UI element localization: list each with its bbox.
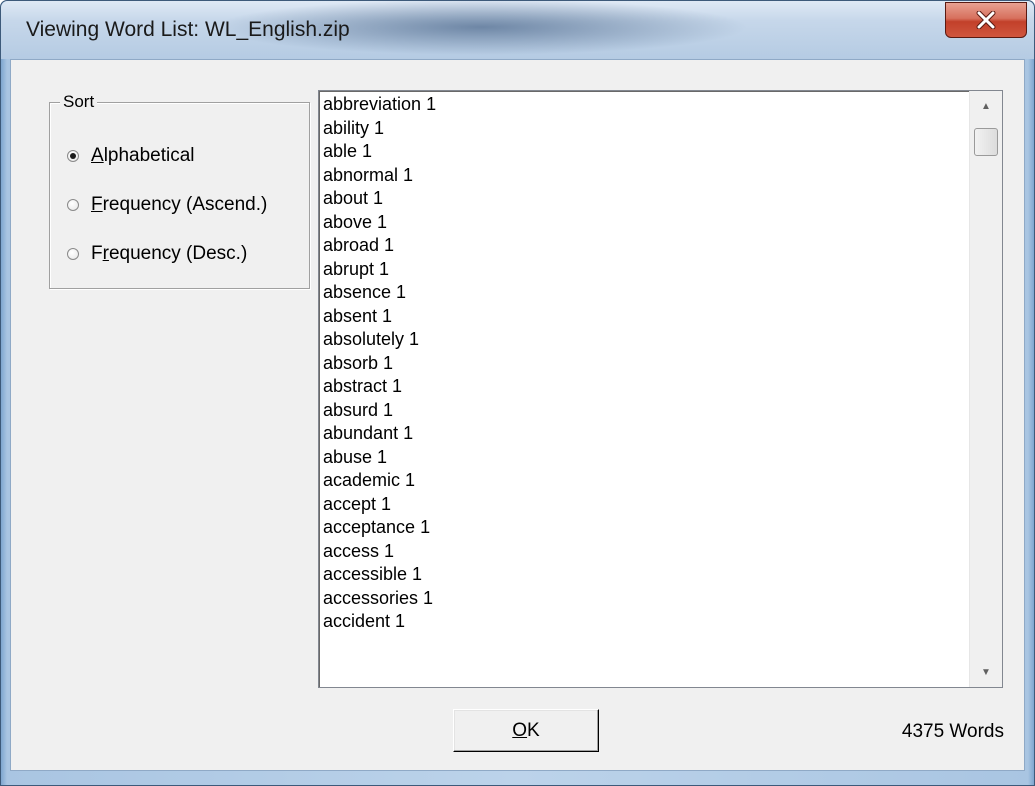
title-bar[interactable]: Viewing Word List: WL_English.zip	[1, 1, 1034, 59]
close-x-icon	[976, 11, 996, 29]
list-item[interactable]: acceptance 1	[323, 516, 963, 540]
list-item[interactable]: academic 1	[323, 469, 963, 493]
list-item[interactable]: above 1	[323, 211, 963, 235]
list-item[interactable]: abbreviation 1	[323, 93, 963, 117]
list-item[interactable]: accept 1	[323, 493, 963, 517]
radio-frequency-desc-label: Frequency (Desc.)	[91, 243, 248, 264]
list-item[interactable]: accessible 1	[323, 563, 963, 587]
list-item[interactable]: abnormal 1	[323, 164, 963, 188]
scroll-up-arrow-icon[interactable]: ▲	[970, 91, 1002, 121]
radio-frequency-desc-indicator[interactable]	[67, 248, 79, 260]
list-item[interactable]: absence 1	[323, 281, 963, 305]
list-item[interactable]: accessories 1	[323, 587, 963, 611]
sort-group: Sort Alphabetical Frequency (Ascend.) Fr…	[49, 92, 310, 289]
list-item[interactable]: able 1	[323, 140, 963, 164]
list-item[interactable]: absolutely 1	[323, 328, 963, 352]
list-item[interactable]: abstract 1	[323, 375, 963, 399]
radio-frequency-ascend-indicator[interactable]	[67, 199, 79, 211]
dialog-client-area: Sort Alphabetical Frequency (Ascend.) Fr…	[10, 59, 1025, 771]
close-button[interactable]	[945, 2, 1027, 38]
list-item[interactable]: abroad 1	[323, 234, 963, 258]
list-item[interactable]: absent 1	[323, 305, 963, 329]
scroll-down-arrow-icon[interactable]: ▼	[970, 657, 1002, 687]
radio-frequency-ascend[interactable]: Frequency (Ascend.)	[67, 194, 267, 216]
word-list-items: abbreviation 1 ability 1 able 1 abnormal 1a…	[323, 93, 963, 634]
radio-alphabetical-indicator[interactable]	[67, 150, 79, 162]
sort-group-label: Sort	[60, 92, 98, 112]
window-title: Viewing Word List: WL_English.zip	[26, 18, 350, 41]
dialog-window: Viewing Word List: WL_English.zip Sort A…	[0, 0, 1035, 786]
list-item[interactable]: absorb 1	[323, 352, 963, 376]
list-item[interactable]: abrupt 1	[323, 258, 963, 282]
radio-alphabetical[interactable]: Alphabetical	[67, 145, 195, 167]
list-item[interactable]: about 1	[323, 187, 963, 211]
list-item[interactable]: ability 1	[323, 117, 963, 141]
list-item[interactable]: accident 1	[323, 610, 963, 634]
radio-alphabetical-label: Alphabetical	[91, 145, 195, 166]
list-item[interactable]: abuse 1	[323, 446, 963, 470]
vertical-scrollbar[interactable]: ▲ ▼	[969, 91, 1002, 687]
list-item[interactable]: abundant 1	[323, 422, 963, 446]
list-item[interactable]: access 1	[323, 540, 963, 564]
list-item[interactable]: absurd 1	[323, 399, 963, 423]
word-list-box[interactable]: abbreviation 1 ability 1 able 1 abnormal 1a…	[318, 90, 1003, 688]
word-count-label: 4375 Words	[901, 721, 1004, 742]
ok-button[interactable]: OK	[453, 709, 599, 752]
radio-frequency-desc[interactable]: Frequency (Desc.)	[67, 243, 247, 265]
radio-frequency-ascend-label: Frequency (Ascend.)	[91, 194, 268, 215]
scroll-thumb[interactable]	[974, 128, 998, 156]
